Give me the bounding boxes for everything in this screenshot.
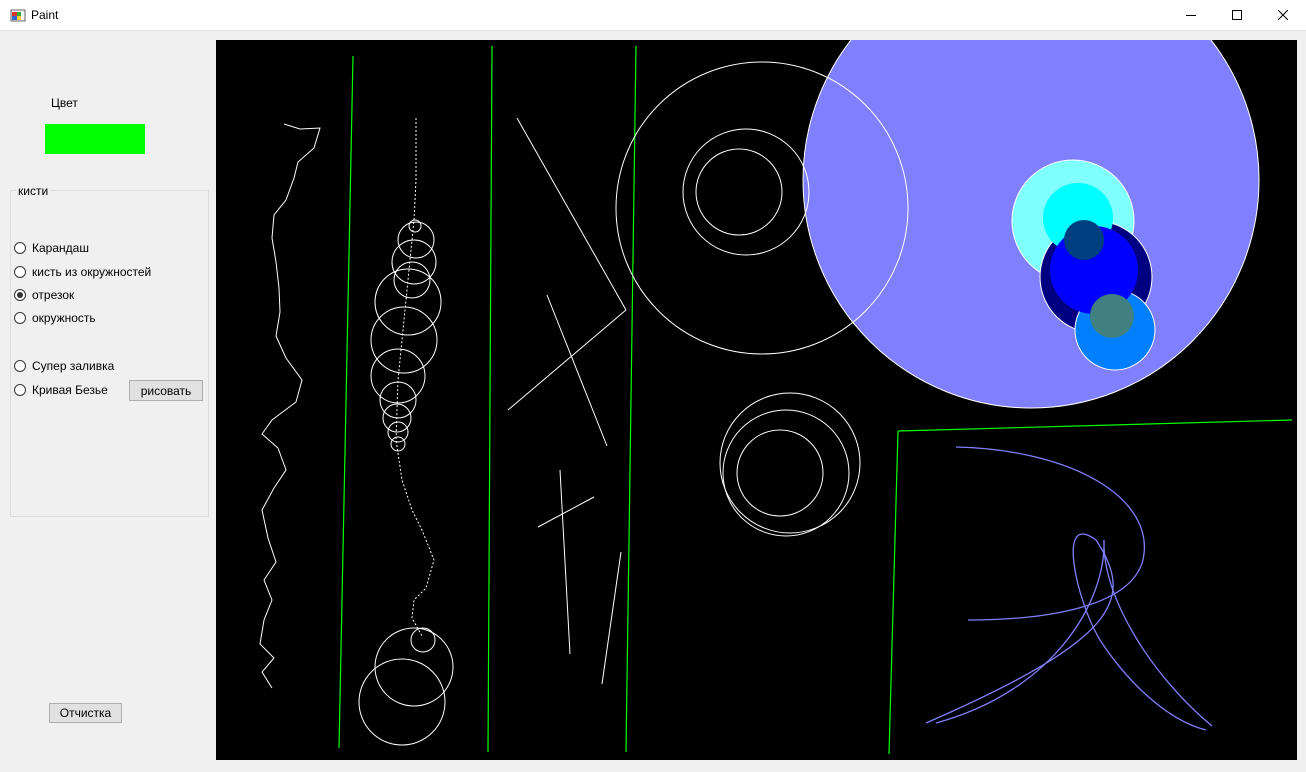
clear-button[interactable]: Отчистка: [49, 703, 122, 723]
radio-circle-brush[interactable]: кисть из окружностей: [14, 264, 151, 280]
radio-super-fill[interactable]: Супер заливка: [14, 358, 114, 374]
brushes-group-label: кисти: [16, 184, 51, 198]
radio-label: окружность: [32, 311, 96, 325]
radio-button[interactable]: [14, 312, 26, 324]
radio-button[interactable]: [14, 266, 26, 278]
minimize-icon: [1186, 15, 1196, 16]
title-bar: Paint: [0, 0, 1306, 31]
drawing-canvas[interactable]: [216, 40, 1297, 760]
radio-circle[interactable]: окружность: [14, 310, 96, 326]
color-label: Цвет: [51, 96, 78, 110]
close-button[interactable]: [1260, 0, 1306, 30]
paint-app-icon: [10, 9, 26, 22]
radio-bezier[interactable]: Кривая Безье: [14, 382, 108, 398]
maximize-button[interactable]: [1214, 0, 1260, 30]
radio-segment[interactable]: отрезок: [14, 287, 74, 303]
radio-button[interactable]: [14, 289, 26, 301]
radio-label: Кривая Безье: [32, 383, 108, 397]
radio-label: кисть из окружностей: [32, 265, 152, 279]
minimize-button[interactable]: [1168, 0, 1214, 30]
maximize-icon: [1232, 10, 1242, 20]
window-title: Paint: [31, 8, 59, 22]
radio-button[interactable]: [14, 360, 26, 372]
radio-label: отрезок: [32, 288, 75, 302]
draw-button[interactable]: рисовать: [129, 380, 203, 401]
canvas-drawing: [216, 40, 1297, 760]
radio-button[interactable]: [14, 242, 26, 254]
filled-circle: [1064, 220, 1104, 260]
radio-label: Супер заливка: [32, 359, 115, 373]
radio-pencil[interactable]: Карандаш: [14, 240, 89, 256]
radio-label: Карандаш: [32, 241, 89, 255]
filled-circle: [1090, 294, 1134, 338]
color-swatch[interactable]: [45, 124, 145, 154]
radio-button[interactable]: [14, 384, 26, 396]
close-icon: [1278, 10, 1288, 20]
